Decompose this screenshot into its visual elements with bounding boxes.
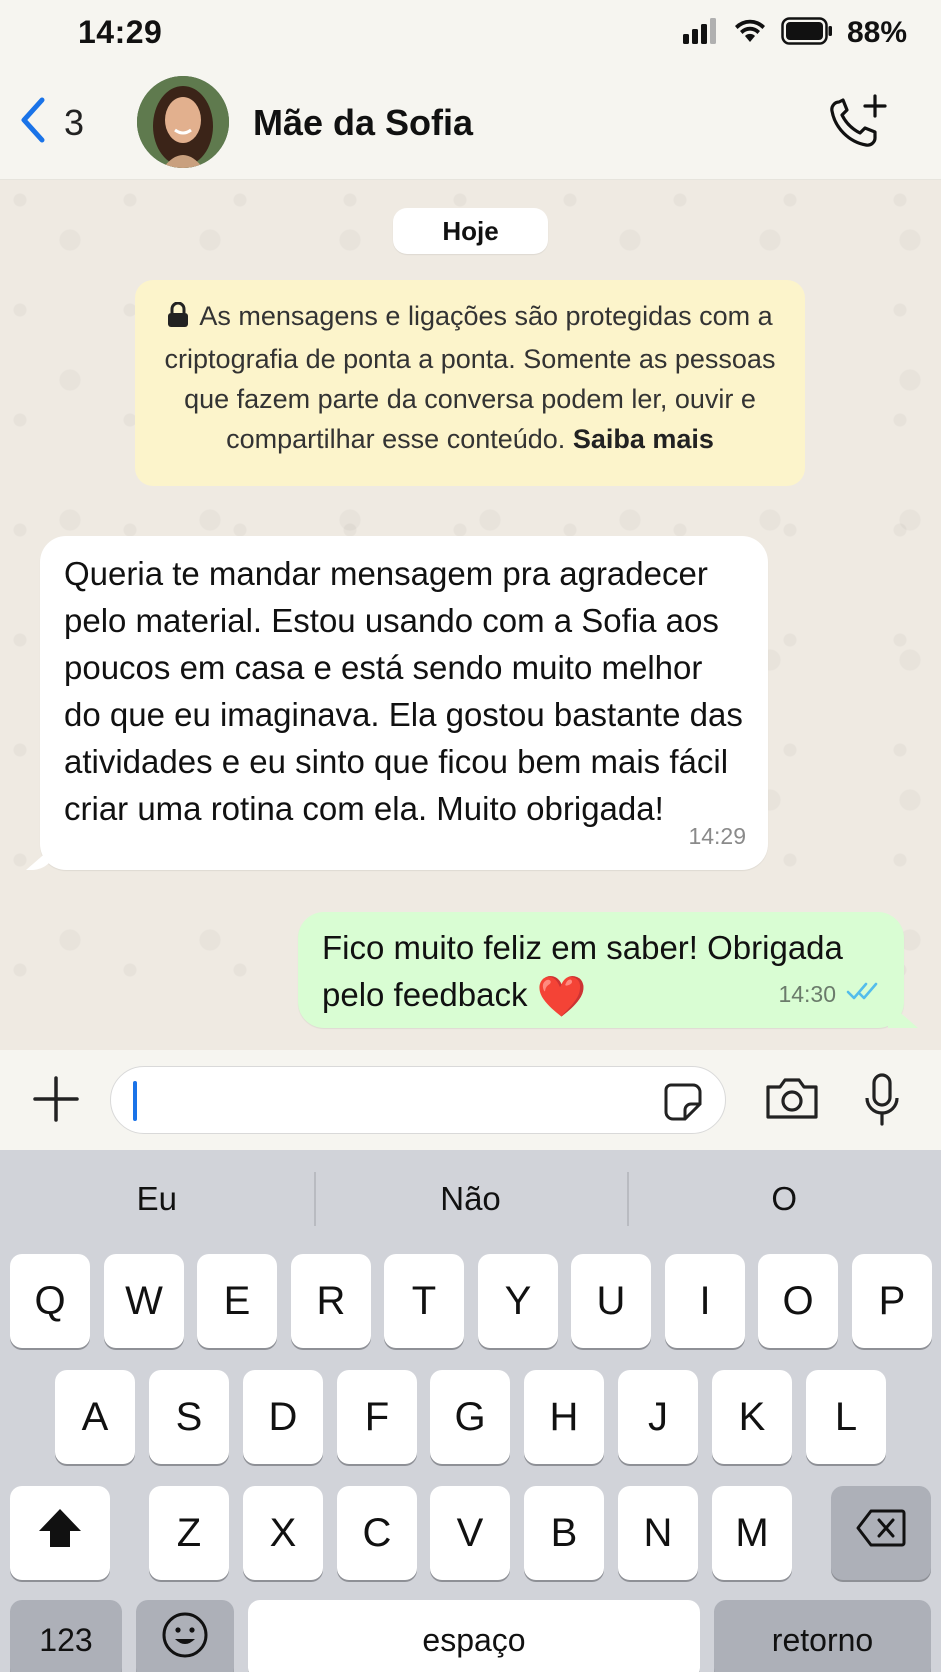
message-time: 14:29: [688, 823, 746, 849]
call-add-button[interactable]: [827, 94, 889, 155]
encryption-notice[interactable]: As mensagens e ligações são protegidas c…: [135, 280, 805, 486]
key-a[interactable]: A: [55, 1370, 135, 1464]
key-h[interactable]: H: [524, 1370, 604, 1464]
message-meta: 14:30: [778, 971, 884, 1018]
key-b[interactable]: B: [524, 1486, 604, 1580]
key-w[interactable]: W: [104, 1254, 184, 1348]
status-time: 14:29: [78, 14, 163, 50]
lock-icon: [167, 299, 189, 339]
key-g[interactable]: G: [430, 1370, 510, 1464]
attach-button[interactable]: [32, 1075, 80, 1128]
backspace-icon: [856, 1509, 906, 1557]
suggestion-item[interactable]: O: [627, 1150, 941, 1248]
key-j[interactable]: J: [618, 1370, 698, 1464]
suggestion-bar: Eu Não O: [0, 1150, 941, 1248]
back-button[interactable]: 3: [18, 96, 84, 149]
space-key[interactable]: espaço: [248, 1600, 700, 1672]
key-c[interactable]: C: [337, 1486, 417, 1580]
suggestion-item[interactable]: Não: [313, 1150, 628, 1248]
message-input-bar: [0, 1050, 941, 1150]
contact-name[interactable]: Mãe da Sofia: [253, 102, 473, 144]
key-z[interactable]: Z: [149, 1486, 229, 1580]
key-y[interactable]: Y: [478, 1254, 558, 1348]
sticker-button[interactable]: [663, 1082, 703, 1127]
key-q[interactable]: Q: [10, 1254, 90, 1348]
battery-percent: 88%: [846, 16, 907, 49]
status-indicators: 88%: [682, 16, 907, 50]
avatar[interactable]: [137, 76, 229, 168]
key-l[interactable]: L: [806, 1370, 886, 1464]
microphone-button[interactable]: [862, 1072, 902, 1133]
key-p[interactable]: P: [852, 1254, 932, 1348]
incoming-message[interactable]: Queria te mandar mensagem pra agradecer …: [40, 536, 768, 870]
text-caret: [133, 1081, 137, 1121]
key-v[interactable]: V: [430, 1486, 510, 1580]
key-e[interactable]: E: [197, 1254, 277, 1348]
emoji-icon: [161, 1611, 209, 1669]
key-o[interactable]: O: [758, 1254, 838, 1348]
wifi-icon: [733, 18, 767, 49]
key-k[interactable]: K: [712, 1370, 792, 1464]
return-key[interactable]: retorno: [714, 1600, 931, 1672]
key-i[interactable]: I: [665, 1254, 745, 1348]
key-d[interactable]: D: [243, 1370, 323, 1464]
back-chevron-icon: [18, 96, 46, 149]
key-s[interactable]: S: [149, 1370, 229, 1464]
keyboard: Eu Não O Q W E R T Y U I O P A S D F G H…: [0, 1150, 941, 1672]
key-x[interactable]: X: [243, 1486, 323, 1580]
call-add-icon: [827, 94, 889, 154]
chat-header: 3 Mãe da Sofia: [0, 66, 941, 180]
shift-key[interactable]: [10, 1486, 110, 1580]
key-m[interactable]: M: [712, 1486, 792, 1580]
shift-arrow-icon: [37, 1507, 83, 1559]
heart-emoji: ❤️: [536, 975, 587, 1019]
key-f[interactable]: F: [337, 1370, 417, 1464]
numbers-key[interactable]: 123: [10, 1600, 122, 1672]
key-u[interactable]: U: [571, 1254, 651, 1348]
key-t[interactable]: T: [384, 1254, 464, 1348]
microphone-icon: [862, 1073, 902, 1132]
camera-icon: [764, 1078, 820, 1125]
message-text: Queria te mandar mensagem pra agradecer …: [64, 555, 743, 827]
message-time: 14:30: [778, 981, 836, 1007]
message-input[interactable]: [110, 1066, 726, 1134]
chat-area[interactable]: Hoje As mensagens e ligações são protegi…: [0, 180, 941, 1050]
camera-button[interactable]: [764, 1075, 820, 1126]
outgoing-message[interactable]: Fico muito feliz em saber! Obrigada pelo…: [298, 912, 904, 1028]
learn-more-link[interactable]: Saiba mais: [573, 424, 714, 454]
suggestion-item[interactable]: Eu: [0, 1150, 314, 1248]
backspace-key[interactable]: [831, 1486, 931, 1580]
key-r[interactable]: R: [291, 1254, 371, 1348]
battery-icon: [781, 16, 833, 50]
read-ticks-icon: [846, 971, 884, 1018]
key-n[interactable]: N: [618, 1486, 698, 1580]
plus-icon: [32, 1076, 80, 1127]
date-divider: Hoje: [393, 208, 548, 254]
emoji-key[interactable]: [136, 1600, 234, 1672]
sticker-icon: [663, 1083, 703, 1126]
signal-icon: [682, 17, 719, 49]
status-bar: 14:29 88%: [0, 0, 941, 66]
unread-count: 3: [64, 101, 85, 143]
